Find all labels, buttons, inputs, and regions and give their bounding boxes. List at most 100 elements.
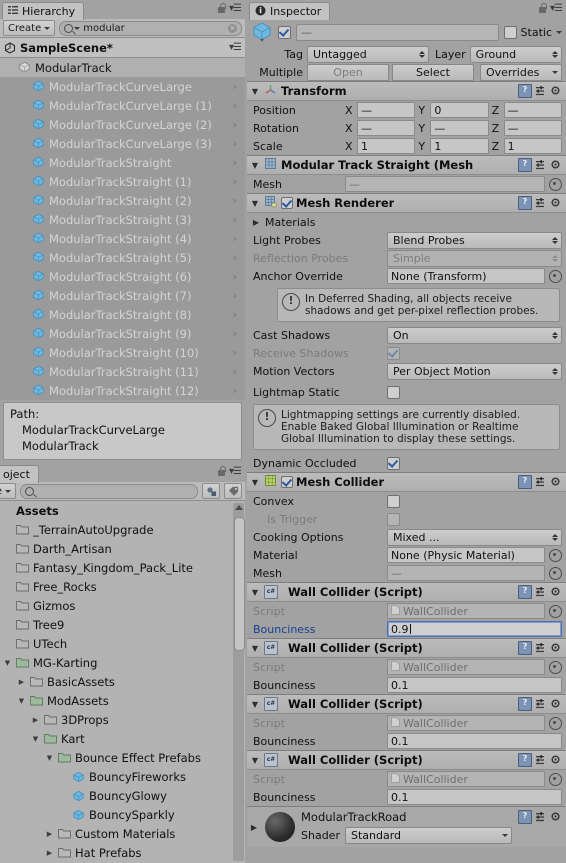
foldout-icon[interactable]: ▼ bbox=[250, 588, 260, 597]
gear-icon[interactable] bbox=[550, 159, 562, 171]
preset-icon[interactable] bbox=[535, 754, 547, 766]
chevron-right-icon[interactable]: › bbox=[232, 365, 237, 378]
help-icon[interactable]: ? bbox=[518, 585, 532, 599]
foldout-icon[interactable]: ▼ bbox=[250, 87, 260, 96]
chevron-right-icon[interactable]: › bbox=[232, 289, 237, 302]
foldout-icon[interactable]: ▼ bbox=[17, 697, 26, 705]
collider-material-field[interactable]: None (Physic Material) bbox=[387, 547, 545, 563]
scene-row[interactable]: SampleScene* ▾☰ bbox=[0, 38, 245, 58]
static-checkbox[interactable] bbox=[503, 25, 517, 39]
chevron-right-icon[interactable]: › bbox=[232, 384, 237, 397]
foldout-icon[interactable]: ▶ bbox=[251, 218, 261, 227]
convex-checkbox[interactable] bbox=[387, 494, 400, 508]
mesh-collider-enabled-checkbox[interactable] bbox=[281, 476, 293, 488]
lock-icon[interactable] bbox=[217, 3, 226, 14]
foldout-icon[interactable]: ▼ bbox=[250, 644, 260, 653]
gear-icon[interactable] bbox=[550, 698, 562, 710]
filter-by-type-icon[interactable] bbox=[202, 483, 220, 499]
project-create-button[interactable]: te bbox=[0, 483, 17, 499]
anchor-override-field[interactable]: None (Transform) bbox=[387, 268, 545, 284]
project-tree-row[interactable]: ▼ Bounce Effect Prefabs bbox=[0, 748, 245, 767]
cooking-options-dropdown[interactable]: Mixed ... bbox=[387, 528, 562, 546]
chevron-right-icon[interactable]: › bbox=[232, 346, 237, 359]
tab-inspector[interactable]: Inspector bbox=[249, 2, 331, 20]
wall-collider-header[interactable]: ▼ c# Wall Collider (Script)? bbox=[247, 639, 566, 658]
mesh-filter-mesh-field[interactable]: — bbox=[345, 176, 545, 192]
project-tree-row[interactable]: ▶ Hat Prefabs bbox=[0, 843, 245, 862]
object-picker-icon[interactable] bbox=[549, 566, 562, 580]
chevron-right-icon[interactable]: › bbox=[232, 232, 237, 245]
tab-project[interactable]: oject bbox=[0, 465, 39, 483]
foldout-icon[interactable]: ▼ bbox=[3, 659, 12, 667]
hierarchy-item[interactable]: ModularTrackStraight (10) › bbox=[0, 343, 245, 362]
gameobject-name-input[interactable]: — bbox=[296, 23, 499, 41]
dynamic-occluded-checkbox[interactable] bbox=[387, 456, 400, 470]
materials-foldout-row[interactable]: ▶ Materials bbox=[247, 213, 566, 231]
project-tree-row[interactable]: ▶ BasicAssets bbox=[0, 672, 245, 691]
foldout-icon[interactable]: ▼ bbox=[250, 478, 260, 487]
project-tree-row[interactable]: Free_Rocks bbox=[0, 577, 245, 596]
chevron-right-icon[interactable]: › bbox=[232, 80, 237, 93]
scale-y-input[interactable]: 1 bbox=[430, 138, 489, 154]
scene-menu-icon[interactable]: ▾☰ bbox=[229, 42, 242, 53]
chevron-right-icon[interactable]: › bbox=[232, 213, 237, 226]
rotation-z-input[interactable]: — bbox=[503, 120, 562, 136]
chevron-right-icon[interactable]: › bbox=[232, 308, 237, 321]
hierarchy-item[interactable]: ModularTrackStraight (9) › bbox=[0, 324, 245, 343]
chevron-right-icon[interactable]: › bbox=[232, 118, 237, 131]
hierarchy-item[interactable]: ModularTrackStraight (3) › bbox=[0, 210, 245, 229]
foldout-icon[interactable]: ▼ bbox=[250, 161, 260, 170]
project-tree-row[interactable]: ▶ 3DProps bbox=[0, 710, 245, 729]
static-dropdown-icon[interactable] bbox=[556, 30, 562, 34]
script-field[interactable]: WallCollider bbox=[387, 771, 545, 787]
gear-icon[interactable] bbox=[550, 586, 562, 598]
wall-collider-header[interactable]: ▼ c# Wall Collider (Script)? bbox=[247, 695, 566, 714]
gear-icon[interactable] bbox=[550, 754, 562, 766]
hierarchy-item[interactable]: ModularTrackStraight (1) › bbox=[0, 172, 245, 191]
help-icon[interactable]: ? bbox=[518, 196, 532, 210]
foldout-icon[interactable]: ▶ bbox=[249, 823, 259, 832]
project-tree-row[interactable]: _TerrainAutoUpgrade bbox=[0, 520, 245, 539]
bounciness-input[interactable]: 0.1 bbox=[387, 733, 562, 749]
position-y-input[interactable]: 0 bbox=[430, 102, 489, 118]
wall-collider-header[interactable]: ▼ c# Wall Collider (Script)? bbox=[247, 751, 566, 770]
gear-icon[interactable] bbox=[550, 85, 562, 97]
clear-search-icon[interactable]: ✕ bbox=[228, 23, 237, 33]
preset-icon[interactable] bbox=[535, 85, 547, 97]
hierarchy-item[interactable]: ModularTrackCurveLarge (3) › bbox=[0, 134, 245, 153]
hierarchy-item[interactable]: ModularTrackStraight › bbox=[0, 153, 245, 172]
collider-mesh-field[interactable]: — bbox=[387, 565, 545, 581]
hierarchy-item[interactable]: ModularTrackCurveLarge › bbox=[0, 77, 245, 96]
help-icon[interactable]: ? bbox=[518, 475, 532, 489]
preset-icon[interactable] bbox=[535, 159, 547, 171]
project-tree-row[interactable]: Tree9 bbox=[0, 615, 245, 634]
hierarchy-item[interactable]: ModularTrackStraight (4) › bbox=[0, 229, 245, 248]
hierarchy-item[interactable]: ModularTrackStraight (7) › bbox=[0, 286, 245, 305]
script-field[interactable]: WallCollider bbox=[387, 659, 545, 675]
object-picker-icon[interactable] bbox=[549, 177, 562, 191]
open-button[interactable]: Open bbox=[307, 63, 389, 81]
project-menu-icon[interactable]: ▾☰ bbox=[229, 466, 242, 477]
tab-hierarchy[interactable]: Hierarchy bbox=[2, 2, 85, 20]
hierarchy-menu-icon[interactable]: ▾☰ bbox=[229, 3, 242, 14]
help-icon[interactable]: ? bbox=[518, 158, 532, 172]
hierarchy-item[interactable]: ModularTrackCurveLarge (2) › bbox=[0, 115, 245, 134]
motion-vectors-dropdown[interactable]: Per Object Motion bbox=[387, 362, 562, 380]
preset-icon[interactable] bbox=[535, 476, 547, 488]
hierarchy-item[interactable]: ModularTrackStraight (8) › bbox=[0, 305, 245, 324]
foldout-icon[interactable]: ▶ bbox=[45, 849, 54, 857]
scroll-up-arrow-icon[interactable] bbox=[235, 505, 243, 510]
hierarchy-item[interactable]: ModularTrackStraight (6) › bbox=[0, 267, 245, 286]
gear-icon[interactable] bbox=[550, 811, 562, 823]
wall-collider-header[interactable]: ▼ c# Wall Collider (Script)? bbox=[247, 583, 566, 602]
preset-icon[interactable] bbox=[535, 811, 547, 823]
position-x-input[interactable]: — bbox=[357, 102, 416, 118]
hierarchy-search-input[interactable]: modular ✕ bbox=[59, 20, 242, 36]
hierarchy-root-item[interactable]: ModularTrack bbox=[0, 58, 245, 77]
preset-icon[interactable] bbox=[535, 698, 547, 710]
lock-icon[interactable] bbox=[217, 466, 226, 477]
overrides-dropdown[interactable]: Overrides bbox=[480, 63, 562, 81]
preset-icon[interactable] bbox=[535, 197, 547, 209]
foldout-icon[interactable]: ▶ bbox=[31, 716, 40, 724]
hierarchy-item[interactable]: ModularTrackStraight (12) › bbox=[0, 381, 245, 400]
